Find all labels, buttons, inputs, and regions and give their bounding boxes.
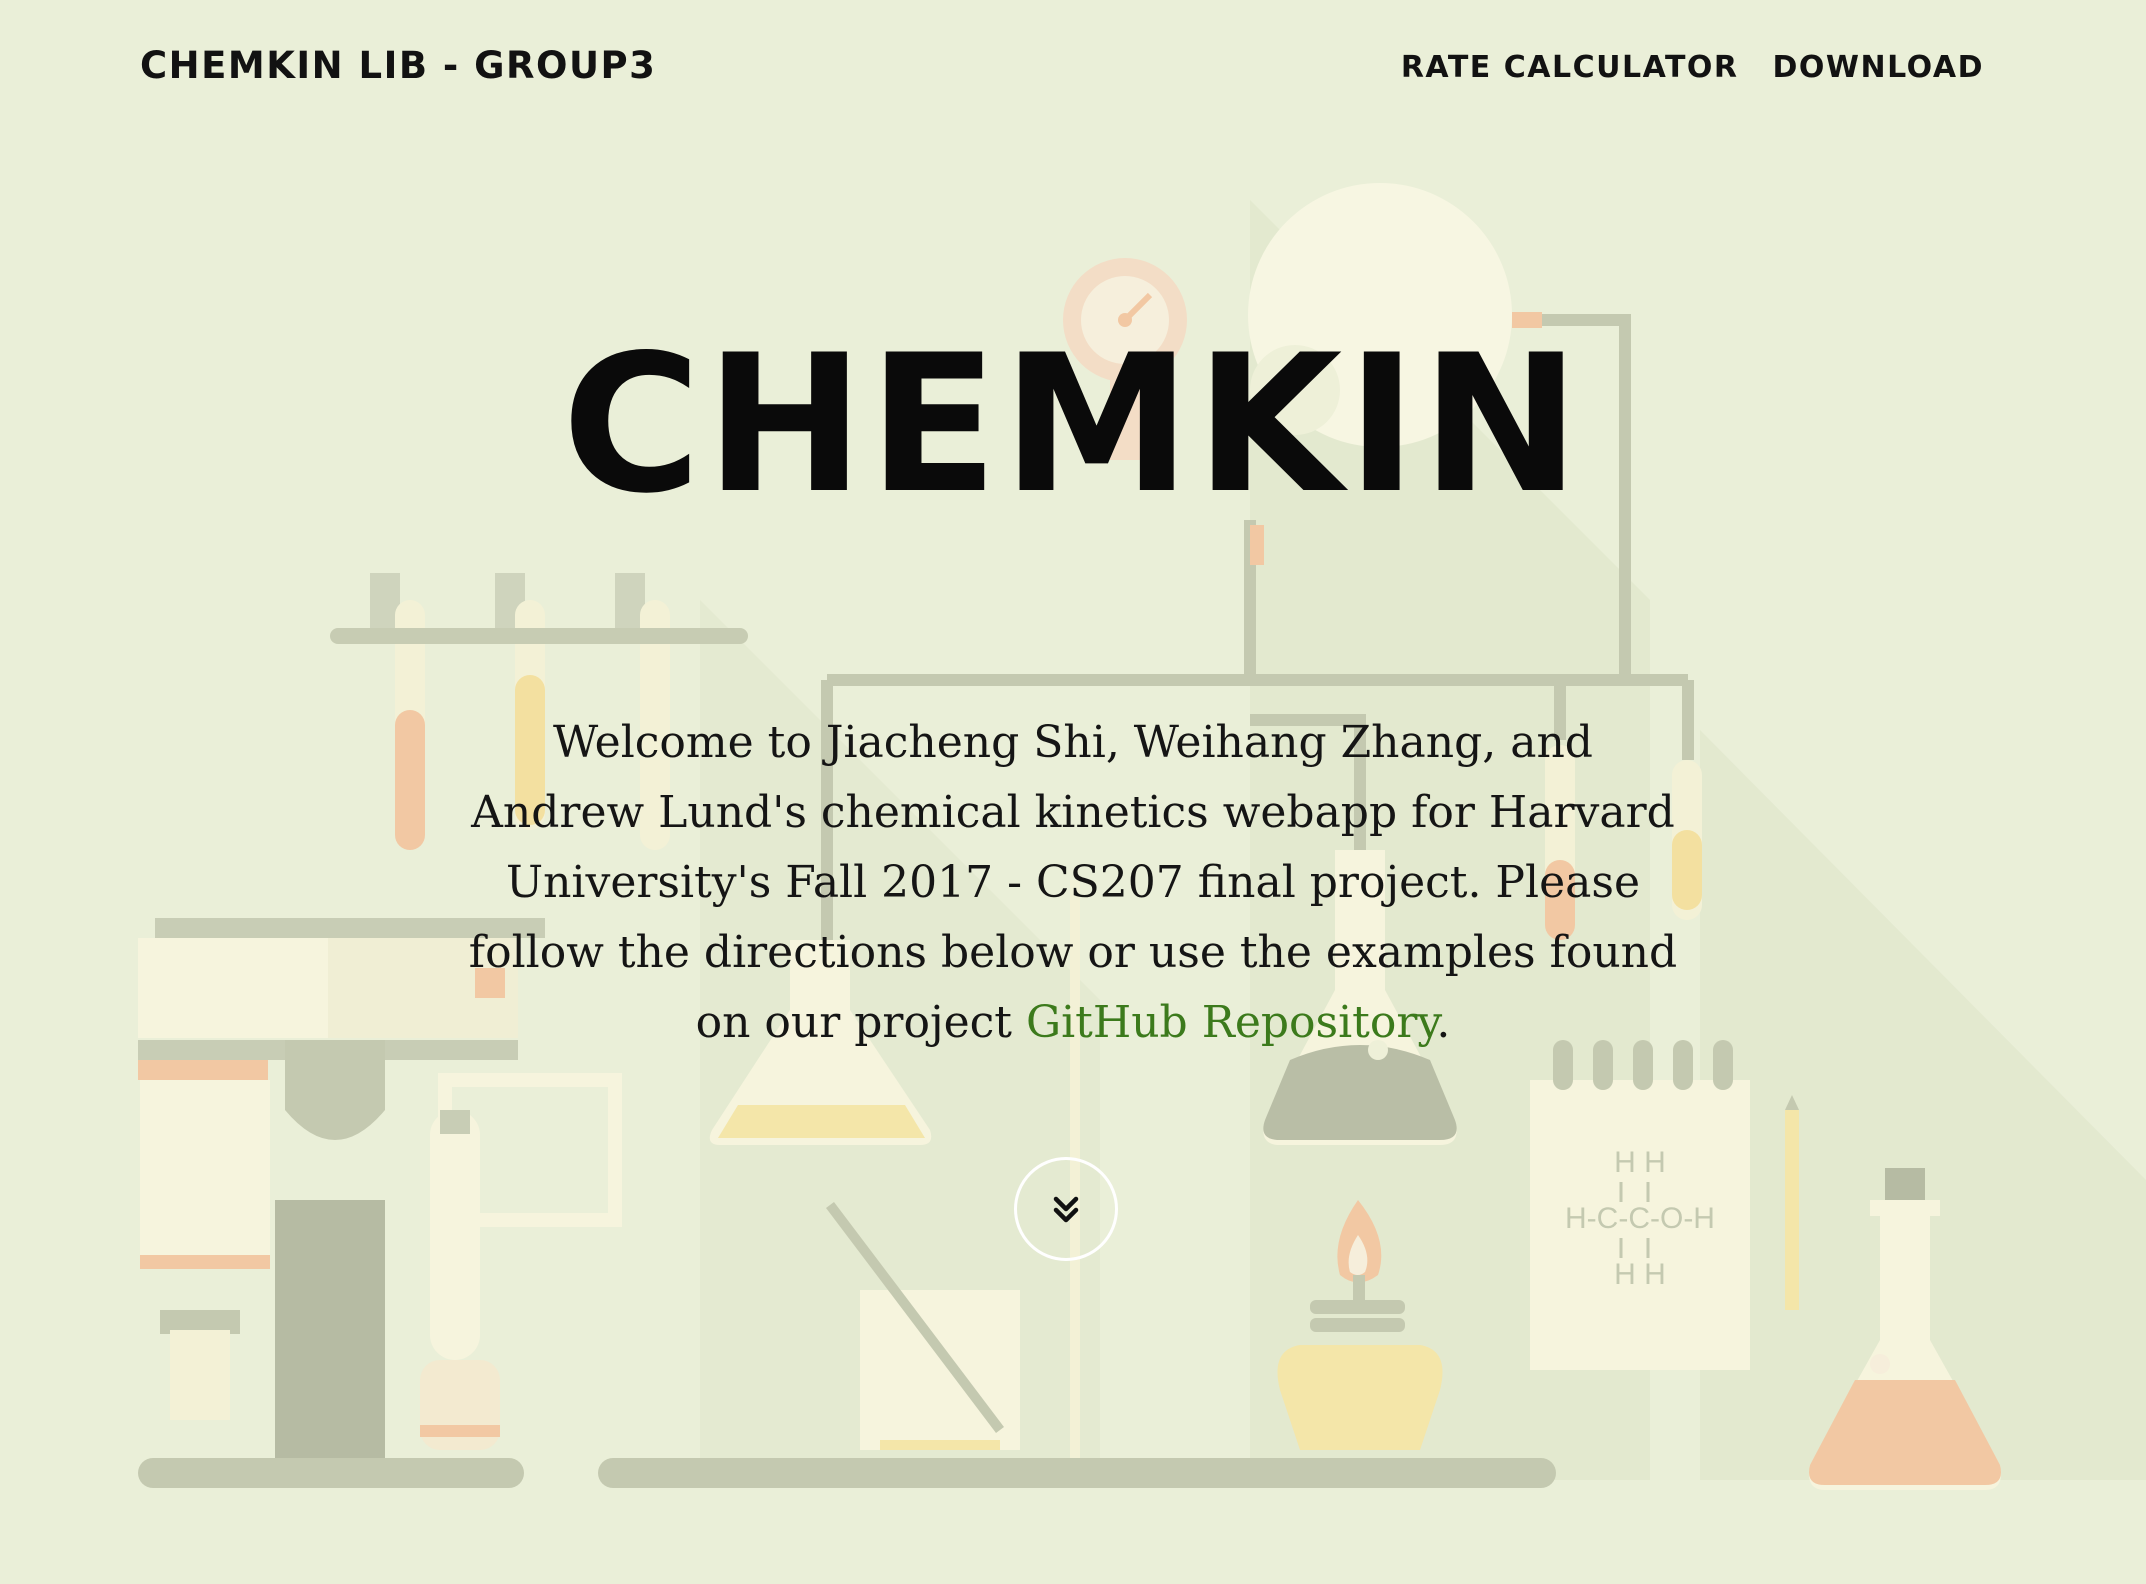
top-navbar: CHEMKIN LIB - GROUP3 RATE CALCULATOR DOW…	[0, 0, 2146, 140]
svg-text:H-C-C-O-H: H-C-C-O-H	[1565, 1202, 1715, 1235]
svg-text:H H: H H	[1614, 1258, 1666, 1291]
scroll-down-button[interactable]	[1014, 1157, 1118, 1261]
nav-link-download[interactable]: DOWNLOAD	[1773, 50, 1984, 85]
intro-end: .	[1436, 997, 1451, 1048]
notepad: H H H-C-C-O-H H H	[1530, 1040, 1750, 1370]
nav-link-rate-calculator[interactable]: RATE CALCULATOR	[1401, 50, 1739, 85]
nav-links: RATE CALCULATOR DOWNLOAD	[1401, 50, 1984, 85]
hero-title: CHEMKIN	[561, 314, 1585, 535]
svg-text:H H: H H	[1614, 1146, 1666, 1179]
intro-paragraph: Welcome to Jiacheng Shi, Weihang Zhang, …	[463, 708, 1683, 1058]
lab-bench	[598, 1458, 1556, 1488]
pencil	[1785, 1110, 1799, 1310]
github-repository-link[interactable]: GitHub Repository	[1026, 997, 1436, 1048]
brand-link[interactable]: CHEMKIN LIB - GROUP3	[140, 44, 656, 87]
chevron-double-down-icon	[1053, 1196, 1079, 1223]
